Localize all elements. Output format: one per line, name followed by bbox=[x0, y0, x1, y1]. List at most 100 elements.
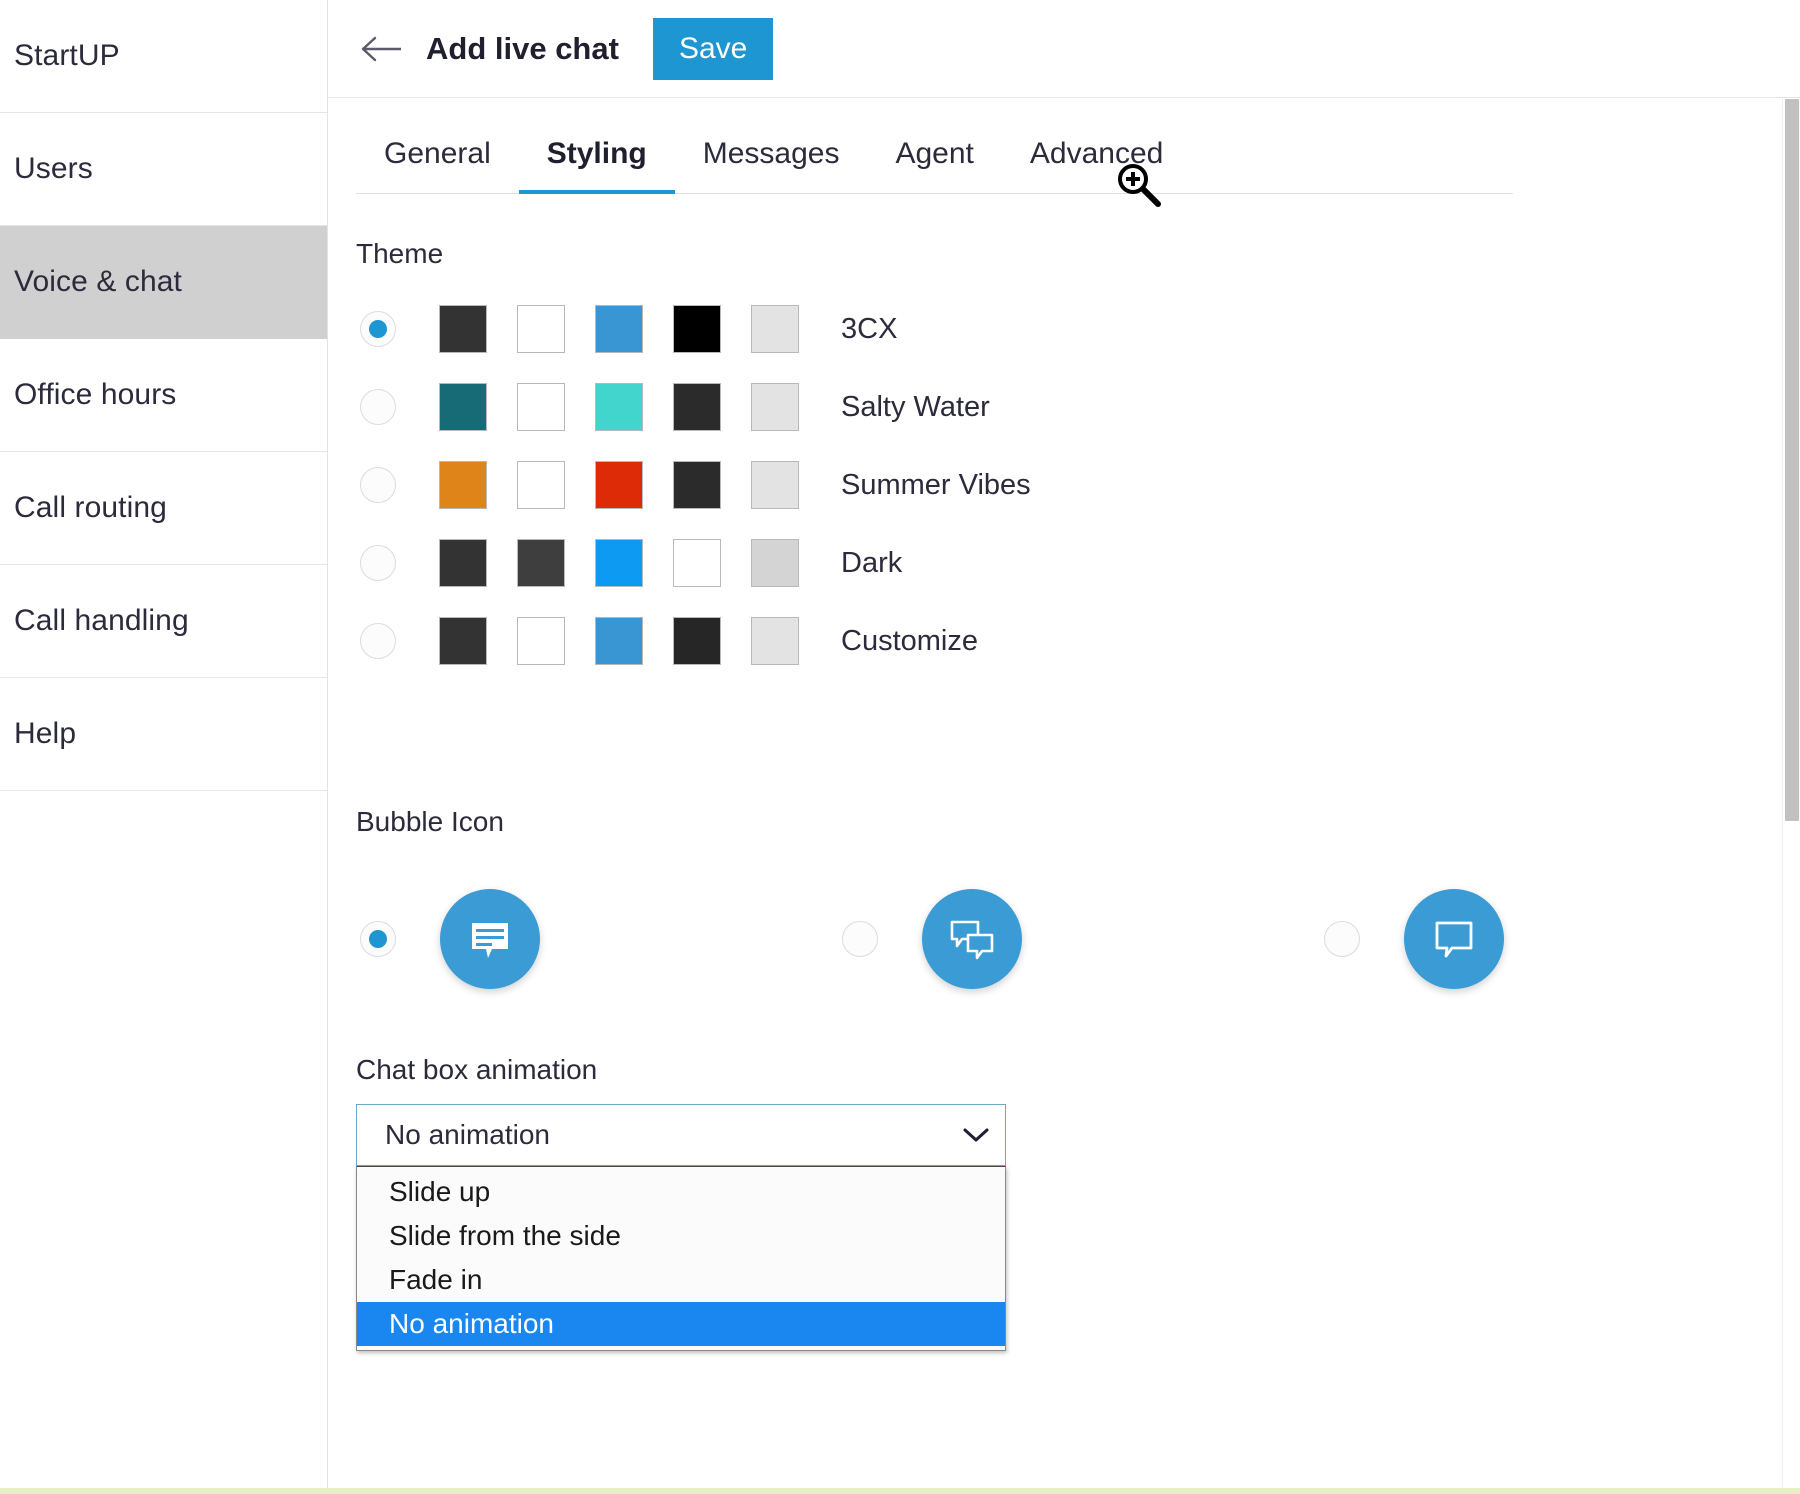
option-slide-up[interactable]: Slide up bbox=[357, 1170, 1005, 1214]
theme-swatch[interactable] bbox=[751, 383, 799, 431]
bubble-radio-2[interactable] bbox=[842, 921, 878, 957]
theme-swatch[interactable] bbox=[673, 305, 721, 353]
theme-swatch[interactable] bbox=[439, 305, 487, 353]
theme-swatch[interactable] bbox=[673, 539, 721, 587]
tab-general[interactable]: General bbox=[384, 137, 491, 193]
theme-radio-customize[interactable] bbox=[360, 623, 396, 659]
sidebar-item-label: StartUP bbox=[14, 39, 120, 72]
styling-content: Theme 3CX Salty Water Summer Vibes Dark … bbox=[328, 238, 1800, 1351]
theme-swatch[interactable] bbox=[517, 461, 565, 509]
app-window: StartUP Users Voice & chat Office hours … bbox=[0, 0, 1800, 1494]
chat-box-animation-options: Slide up Slide from the side Fade in No … bbox=[356, 1166, 1006, 1351]
theme-swatch[interactable] bbox=[439, 461, 487, 509]
bubble-option-3[interactable] bbox=[1320, 889, 1504, 989]
theme-swatch[interactable] bbox=[751, 305, 799, 353]
theme-swatch[interactable] bbox=[673, 383, 721, 431]
theme-swatch[interactable] bbox=[595, 539, 643, 587]
bubble-icon-options bbox=[356, 864, 1772, 1014]
theme-swatch[interactable] bbox=[439, 617, 487, 665]
chevron-down-icon[interactable] bbox=[961, 1120, 991, 1150]
theme-name-label: Dark bbox=[841, 546, 903, 579]
chat-box-animation-select[interactable]: No animation bbox=[356, 1104, 1006, 1166]
save-button[interactable]: Save bbox=[652, 17, 774, 80]
option-slide-from-the-side[interactable]: Slide from the side bbox=[357, 1214, 1005, 1258]
theme-radio-salty-water[interactable] bbox=[360, 389, 396, 425]
theme-swatch[interactable] bbox=[517, 383, 565, 431]
chat-bubble-outline-icon[interactable] bbox=[1404, 889, 1504, 989]
option-fade-in[interactable]: Fade in bbox=[357, 1258, 1005, 1302]
chat-box-animation-label: Chat box animation bbox=[356, 1054, 598, 1085]
theme-name-label: Summer Vibes bbox=[841, 468, 1031, 501]
theme-swatch[interactable] bbox=[595, 383, 643, 431]
theme-row-dark[interactable]: Dark bbox=[356, 524, 1772, 602]
bubble-icon-section-label: Bubble Icon bbox=[356, 806, 504, 837]
tab-label: Advanced bbox=[1029, 137, 1164, 170]
theme-row-3cx[interactable]: 3CX bbox=[356, 290, 1772, 368]
vertical-scrollbar[interactable] bbox=[1782, 99, 1800, 1494]
theme-swatch[interactable] bbox=[595, 461, 643, 509]
theme-radio-summer-vibes[interactable] bbox=[360, 467, 396, 503]
theme-swatch[interactable] bbox=[439, 383, 487, 431]
tab-label: Messages bbox=[702, 137, 840, 170]
option-no-animation[interactable]: No animation bbox=[357, 1302, 1005, 1346]
tab-messages[interactable]: Messages bbox=[703, 137, 840, 193]
chat-bubble-filled-lines-icon[interactable] bbox=[440, 889, 540, 989]
scrollbar-thumb[interactable] bbox=[1785, 99, 1799, 821]
bubble-radio-3[interactable] bbox=[1324, 921, 1360, 957]
chat-box-animation-select-wrap: No animation Slide up Slide from the sid… bbox=[356, 1104, 1006, 1351]
theme-swatch[interactable] bbox=[751, 617, 799, 665]
theme-swatch[interactable] bbox=[595, 617, 643, 665]
theme-swatch[interactable] bbox=[517, 539, 565, 587]
page-bottom-edge bbox=[0, 1488, 1800, 1494]
bubble-option-2[interactable] bbox=[838, 889, 1022, 989]
sidebar-item-help[interactable]: Help bbox=[0, 678, 327, 791]
sidebar-item-call-routing[interactable]: Call routing bbox=[0, 452, 327, 565]
bubble-option-1[interactable] bbox=[356, 889, 540, 989]
theme-swatch[interactable] bbox=[517, 617, 565, 665]
sidebar-item-users[interactable]: Users bbox=[0, 113, 327, 226]
theme-swatch[interactable] bbox=[751, 461, 799, 509]
back-arrow-icon[interactable] bbox=[356, 23, 408, 75]
tab-styling[interactable]: Styling bbox=[518, 137, 675, 194]
theme-name-label: 3CX bbox=[841, 312, 898, 345]
theme-swatch[interactable] bbox=[595, 305, 643, 353]
chat-bubbles-double-outline-icon[interactable] bbox=[922, 889, 1022, 989]
theme-swatch[interactable] bbox=[673, 461, 721, 509]
sidebar-item-startup[interactable]: StartUP bbox=[0, 0, 327, 113]
tab-label: Styling bbox=[546, 137, 647, 170]
sidebar-item-label: Call routing bbox=[14, 491, 167, 524]
theme-name-label: Customize bbox=[841, 624, 978, 657]
sidebar: StartUP Users Voice & chat Office hours … bbox=[0, 0, 328, 1494]
page-header: Add live chat Save bbox=[328, 0, 1800, 98]
sidebar-item-call-handling[interactable]: Call handling bbox=[0, 565, 327, 678]
tab-label: Agent bbox=[895, 137, 974, 170]
sidebar-item-label: Voice & chat bbox=[14, 265, 182, 298]
tab-bar: General Styling Messages Agent Advanced bbox=[356, 98, 1513, 194]
theme-row-summer-vibes[interactable]: Summer Vibes bbox=[356, 446, 1772, 524]
bubble-radio-1[interactable] bbox=[360, 921, 396, 957]
sidebar-item-label: Office hours bbox=[14, 378, 177, 411]
theme-section-label: Theme bbox=[356, 238, 444, 269]
page-title: Add live chat bbox=[426, 30, 619, 66]
theme-option-list: 3CX Salty Water Summer Vibes Dark Custom… bbox=[356, 290, 1772, 680]
theme-radio-3cx[interactable] bbox=[360, 311, 396, 347]
sidebar-item-label: Call handling bbox=[14, 604, 189, 637]
theme-swatch[interactable] bbox=[517, 305, 565, 353]
theme-row-customize[interactable]: Customize bbox=[356, 602, 1772, 680]
sidebar-item-office-hours[interactable]: Office hours bbox=[0, 339, 327, 452]
selected-value: No animation bbox=[385, 1119, 550, 1150]
sidebar-item-voice-chat[interactable]: Voice & chat bbox=[0, 226, 327, 339]
theme-swatch[interactable] bbox=[751, 539, 799, 587]
sidebar-item-label: Users bbox=[14, 152, 93, 185]
theme-row-salty-water[interactable]: Salty Water bbox=[356, 368, 1772, 446]
tab-label: General bbox=[384, 137, 491, 170]
theme-name-label: Salty Water bbox=[841, 390, 990, 423]
theme-swatch[interactable] bbox=[673, 617, 721, 665]
sidebar-item-label: Help bbox=[14, 717, 77, 750]
theme-swatch[interactable] bbox=[439, 539, 487, 587]
main-panel: Add live chat Save General Styling Messa… bbox=[328, 0, 1800, 1494]
tabs-container: General Styling Messages Agent Advanced bbox=[328, 98, 1800, 194]
theme-radio-dark[interactable] bbox=[360, 545, 396, 581]
tab-agent[interactable]: Agent bbox=[895, 137, 973, 193]
tab-advanced[interactable]: Advanced bbox=[1030, 137, 1163, 193]
